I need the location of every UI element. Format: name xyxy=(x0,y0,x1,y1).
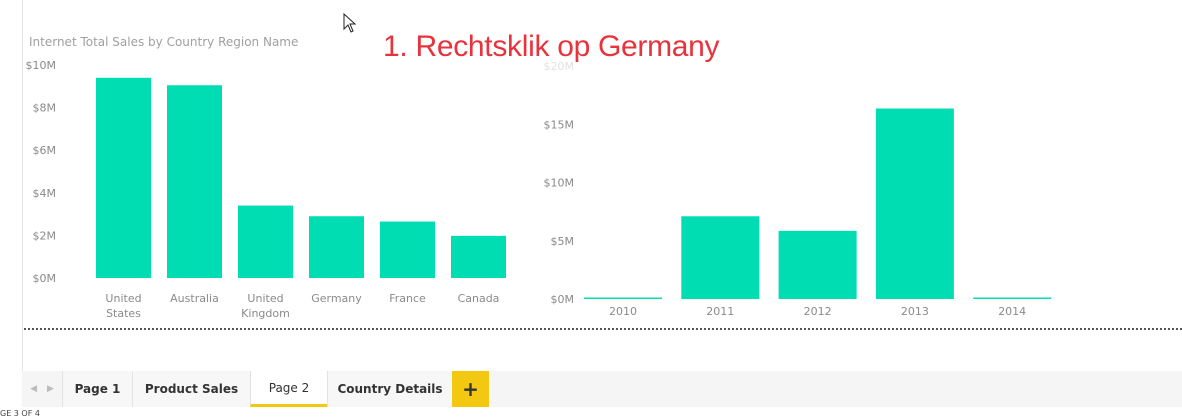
x-tick-label: Kingdom xyxy=(241,307,290,320)
y-tick-label: $0M xyxy=(33,272,57,285)
bar xyxy=(309,216,364,278)
y-tick-label: $8M xyxy=(33,102,57,115)
bar xyxy=(238,205,293,278)
mouse-cursor-icon xyxy=(343,13,357,33)
x-tick-label: States xyxy=(106,307,141,320)
bar xyxy=(681,216,760,299)
bar xyxy=(973,297,1052,299)
tab-product-sales[interactable]: Product Sales xyxy=(132,371,250,407)
tab-scroll-arrows[interactable]: ◀ ▶ xyxy=(22,371,62,407)
x-tick-label: 2010 xyxy=(609,305,637,318)
bar xyxy=(451,235,506,278)
page-boundary-divider xyxy=(24,328,1182,330)
bar xyxy=(875,108,954,300)
y-tick-label: $6M xyxy=(33,144,57,157)
instruction-annotation: 1. Rechtsklik op Germany xyxy=(383,30,720,63)
x-tick-label: Australia xyxy=(170,292,219,305)
add-page-button[interactable]: + xyxy=(452,371,489,407)
chart-title-sales-by-country: Internet Total Sales by Country Region N… xyxy=(29,35,299,49)
x-tick-label: 2013 xyxy=(901,305,929,318)
bar xyxy=(380,221,435,278)
y-tick-label: $10M xyxy=(26,59,57,72)
bar xyxy=(96,77,151,278)
page-tab-bar: ◀ ▶ Page 1 Product Sales Page 2 Country … xyxy=(22,371,1182,407)
y-tick-label: $0M xyxy=(551,293,575,306)
tab-page-1[interactable]: Page 1 xyxy=(62,371,132,407)
page-status-indicator: GE 3 OF 4 xyxy=(0,409,40,418)
x-tick-label: France xyxy=(389,292,426,305)
y-tick-label: $2M xyxy=(33,229,57,242)
bar xyxy=(584,297,662,299)
x-tick-label: Germany xyxy=(311,292,362,305)
x-tick-label: United xyxy=(247,292,283,305)
bar xyxy=(778,230,857,299)
y-tick-label: $5M xyxy=(551,235,575,248)
y-tick-label: $10M xyxy=(544,177,575,190)
chevron-right-icon[interactable]: ▶ xyxy=(47,384,54,394)
tab-country-details[interactable]: Country Details xyxy=(327,371,452,407)
x-tick-label: Canada xyxy=(458,292,500,305)
x-tick-label: United xyxy=(105,292,141,305)
x-tick-label: 2014 xyxy=(998,305,1026,318)
y-tick-label: $15M xyxy=(544,118,575,131)
y-tick-label: $4M xyxy=(33,187,57,200)
x-tick-label: 2012 xyxy=(804,305,832,318)
chevron-left-icon[interactable]: ◀ xyxy=(30,384,37,394)
tab-page-2[interactable]: Page 2 xyxy=(250,371,327,407)
bar xyxy=(167,85,222,278)
x-tick-label: 2011 xyxy=(706,305,734,318)
